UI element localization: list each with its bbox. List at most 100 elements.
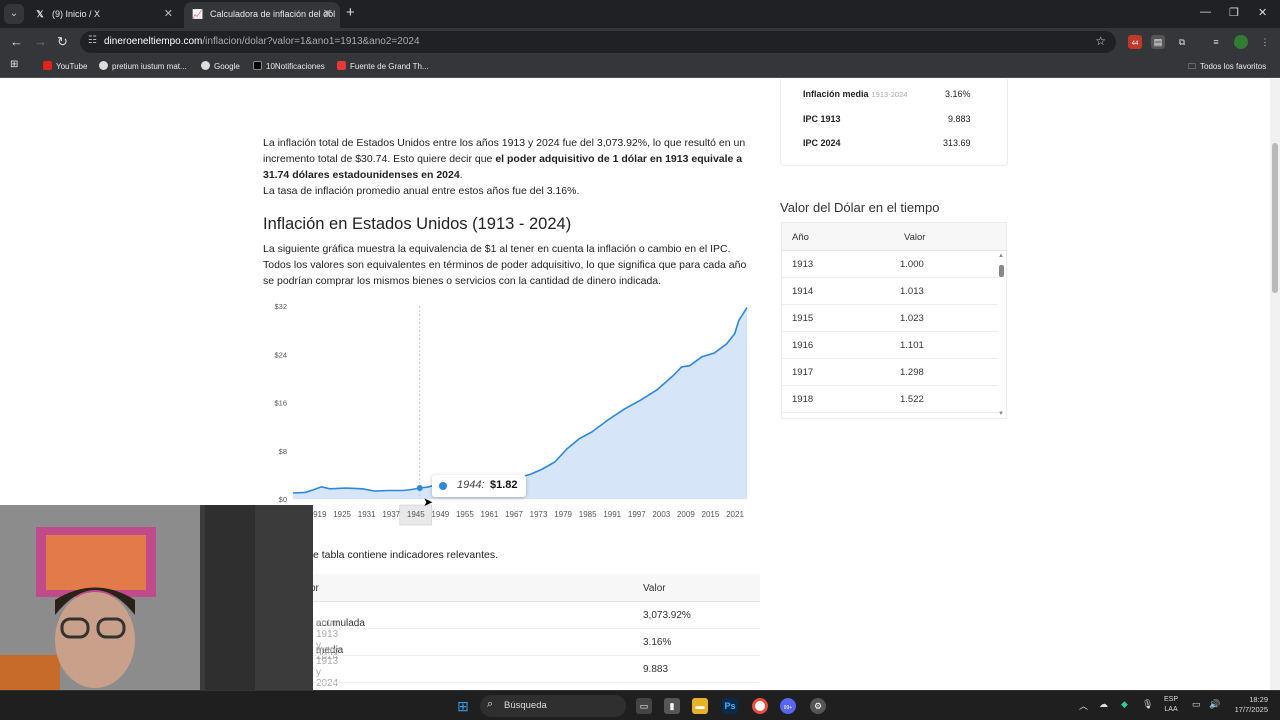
- discord-icon[interactable]: 99+: [780, 698, 796, 714]
- language-indicator[interactable]: ESP LAA: [1164, 695, 1178, 715]
- all-bookmarks[interactable]: 🗀 Todos los favoritos: [1188, 61, 1266, 75]
- x-tick-label: 1925: [333, 510, 351, 519]
- value-cell: 1.023: [900, 313, 924, 324]
- table-scrollbar[interactable]: ▲ ▼: [998, 253, 1004, 417]
- forward-button[interactable]: →: [34, 34, 47, 49]
- onedrive-icon[interactable]: ☁: [1099, 699, 1108, 710]
- extension-icon[interactable]: ▤: [1151, 35, 1165, 49]
- media-control-icon[interactable]: ≡: [1209, 35, 1223, 49]
- year-cell: 1913: [792, 259, 814, 270]
- y-tick-label: $0: [279, 495, 287, 504]
- address-bar[interactable]: ☷ dineroeneltiempo.com/inflacion/dolar?v…: [80, 31, 1116, 53]
- language-code: ESP: [1164, 696, 1179, 703]
- page-scrollbar[interactable]: [1270, 79, 1280, 690]
- extensions-puzzle-icon[interactable]: ⧉: [1175, 35, 1189, 49]
- profile-avatar[interactable]: [1234, 35, 1248, 49]
- task-view-icon[interactable]: ▭: [636, 698, 652, 714]
- bookmark-star-icon[interactable]: ☆: [1095, 34, 1106, 48]
- x-tick-label: 2009: [677, 510, 695, 519]
- clock[interactable]: 18:29 17/7/2025: [1226, 695, 1268, 715]
- app-icon[interactable]: ▮: [664, 698, 680, 714]
- table-row: 1914 1.013: [782, 278, 998, 305]
- x-tick-label: 1973: [530, 510, 548, 519]
- bookmark-pretium[interactable]: pretium iustum mat...: [99, 61, 187, 71]
- x-tick-label: 1931: [358, 510, 376, 519]
- reload-button[interactable]: ↻: [57, 34, 68, 50]
- tab-inflation-calculator[interactable]: 📈 Calculadora de inflación del dól ✕: [184, 2, 340, 28]
- tab-search-button[interactable]: ⌄: [4, 4, 24, 24]
- chart-favicon-icon: 📈: [192, 9, 204, 19]
- table-row: 1918 1.522: [782, 386, 998, 413]
- y-tick-label: $32: [274, 302, 287, 311]
- security-icon[interactable]: ◆: [1121, 699, 1128, 710]
- stat-label: Inflación media 1913-2024: [803, 89, 907, 99]
- indicator-value: 3,073.92%: [643, 610, 691, 621]
- tooltip-value: $1.82: [490, 479, 518, 491]
- chrome-icon[interactable]: [752, 698, 768, 714]
- tab-x-home[interactable]: 𝕏 (9) Inicio / X ✕: [26, 2, 181, 28]
- bookmark-google[interactable]: Google: [201, 61, 240, 71]
- back-button[interactable]: ←: [10, 34, 23, 49]
- stat-value: 3.16%: [945, 89, 971, 99]
- series-area: [293, 307, 747, 499]
- x-logo-icon: 𝕏: [36, 9, 44, 19]
- y-tick-label: $8: [279, 447, 287, 456]
- microphone-icon[interactable]: 🎙: [1142, 699, 1153, 710]
- extension-badge-icon[interactable]: 44: [1128, 35, 1142, 49]
- bookmark-label: Fuente de Grand Th...: [350, 62, 429, 71]
- series-dot-icon: [439, 482, 447, 490]
- x-tick-label: 1979: [554, 510, 572, 519]
- steam-icon[interactable]: ⚙: [810, 698, 826, 714]
- year-cell: 1914: [792, 286, 814, 297]
- close-tab-icon[interactable]: ✕: [323, 2, 332, 26]
- stat-sublabel: 1913-2024: [871, 90, 908, 99]
- summary-text-end: .: [459, 169, 463, 181]
- value-cell: 1.522: [900, 394, 924, 405]
- close-tab-icon[interactable]: ✕: [164, 2, 173, 26]
- scroll-thumb[interactable]: [999, 265, 1004, 277]
- site-info-icon[interactable]: ☷: [88, 35, 97, 46]
- stats-card: Inflación media 1913-2024 3.16% IPC 1913 …: [780, 79, 1008, 166]
- stat-label-text: Inflación media: [803, 89, 869, 99]
- bookmark-label: 10Notificaciones: [266, 62, 325, 71]
- x-tick-label: 1945: [407, 510, 425, 519]
- x-logo-icon: [253, 61, 262, 70]
- x-tick-label: 1955: [456, 510, 474, 519]
- search-placeholder: Búsqueda: [504, 700, 547, 711]
- value-cell: 1.101: [900, 340, 924, 351]
- value-cell: 1.298: [900, 367, 924, 378]
- value-cell: 1.000: [900, 259, 924, 270]
- dollar-value-table[interactable]: Año Valor 1913 1.000 1914 1.013 1915 1.023 …: [781, 222, 1007, 419]
- taskbar: ⊞ ⌕ Búsqueda ▭ ▮ ▬ Ps 99+ ⚙ ︿ ☁ ◆ 🎙 ESP L…: [0, 690, 1280, 720]
- stat-label-text: IPC 1913: [803, 114, 841, 124]
- show-hidden-icons[interactable]: ︿: [1079, 699, 1088, 712]
- webcam-overlay: [0, 505, 313, 720]
- bookmark-grand-theft[interactable]: Fuente de Grand Th...: [337, 61, 429, 71]
- bookmark-youtube[interactable]: YouTube: [43, 61, 87, 71]
- scroll-down-icon[interactable]: ▼: [998, 411, 1004, 417]
- restore-icon[interactable]: ❐: [1229, 6, 1239, 19]
- network-icon[interactable]: ▭: [1192, 699, 1201, 710]
- file-explorer-icon[interactable]: ▬: [692, 698, 708, 714]
- photoshop-icon[interactable]: Ps: [722, 698, 738, 714]
- apps-grid-icon[interactable]: ⊞: [10, 59, 18, 70]
- menu-kebab-icon[interactable]: ⋮: [1258, 35, 1272, 49]
- scroll-up-icon[interactable]: ▲: [998, 253, 1004, 259]
- hover-point: [416, 485, 423, 492]
- scroll-thumb[interactable]: [1272, 143, 1278, 293]
- close-window-icon[interactable]: ✕: [1258, 6, 1267, 19]
- google-icon: [99, 61, 108, 70]
- clock-date: 17/7/2025: [1234, 705, 1268, 714]
- x-tick-label: 1949: [431, 510, 449, 519]
- search-icon: ⌕: [487, 698, 494, 710]
- tooltip-year: 1944:: [457, 479, 485, 491]
- taskbar-search[interactable]: ⌕ Búsqueda: [480, 695, 626, 717]
- volume-icon[interactable]: 🔊: [1209, 699, 1220, 710]
- new-tab-button[interactable]: +: [346, 4, 355, 21]
- minimize-icon[interactable]: —: [1200, 6, 1211, 18]
- windows-start-icon[interactable]: ⊞: [455, 698, 471, 714]
- table-header: or Valor: [300, 574, 760, 602]
- x-tick-label: 1991: [603, 510, 621, 519]
- url-text: dineroeneltiempo.com/inflacion/dolar?val…: [104, 36, 420, 47]
- bookmark-notificaciones[interactable]: 10Notificaciones: [253, 61, 325, 71]
